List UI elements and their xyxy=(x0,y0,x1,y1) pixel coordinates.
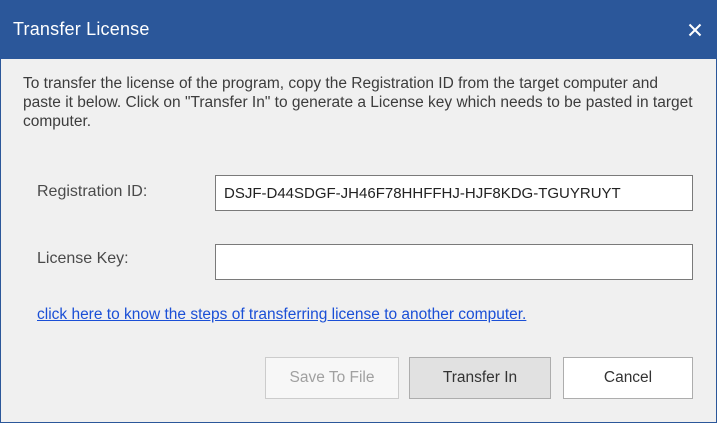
save-to-file-button[interactable]: Save To File xyxy=(265,357,399,399)
instructions-text: To transfer the license of the program, … xyxy=(23,75,693,130)
registration-id-label: Registration ID: xyxy=(37,183,148,200)
close-button[interactable] xyxy=(680,15,710,45)
transfer-steps-link[interactable]: click here to know the steps of transfer… xyxy=(37,306,526,324)
registration-id-field[interactable] xyxy=(215,175,693,211)
title-bar: Transfer License xyxy=(1,1,716,59)
license-key-field[interactable] xyxy=(215,244,693,280)
transfer-in-button[interactable]: Transfer In xyxy=(409,357,551,399)
close-icon xyxy=(688,23,702,37)
license-key-label: License Key: xyxy=(37,250,129,267)
dialog-title: Transfer License xyxy=(13,19,150,39)
transfer-license-dialog: Transfer License To transfer the license… xyxy=(0,0,717,423)
cancel-button[interactable]: Cancel xyxy=(563,357,693,399)
